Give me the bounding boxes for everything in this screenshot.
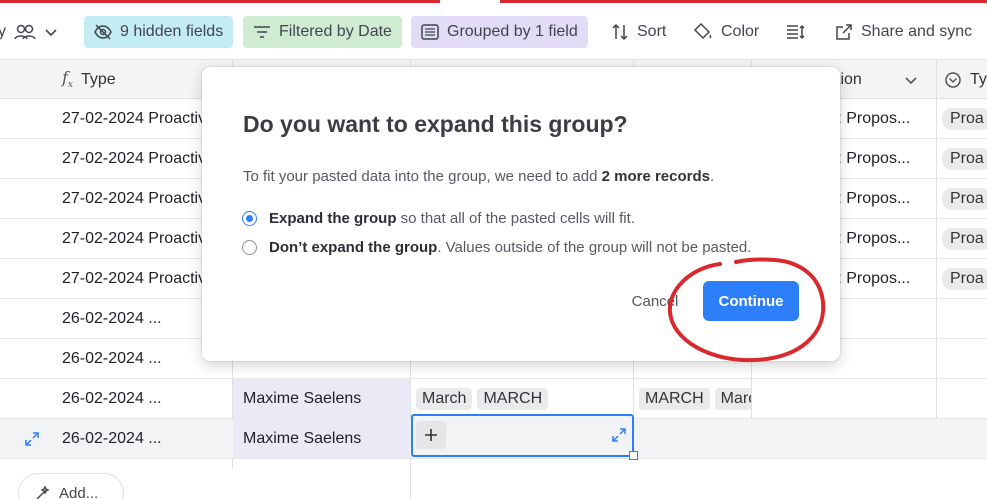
month-tags-cell[interactable]: MARCH Marc: [639, 379, 751, 418]
expand-group-option[interactable]: Expand the group so that all of the past…: [242, 210, 635, 227]
month-tag: March: [416, 387, 473, 410]
person-cell[interactable]: Maxime Saelens: [233, 419, 410, 458]
type-cell[interactable]: 26-02-2024 ...: [62, 419, 232, 458]
type-tag: Proa: [942, 107, 987, 130]
view-users-control[interactable]: y: [0, 16, 62, 48]
option-text: Expand the group so that all of the past…: [269, 210, 635, 227]
type-tag: Proa: [942, 227, 987, 250]
type-tag: Proa: [942, 187, 987, 210]
plus-icon: [425, 429, 437, 441]
fill-handle[interactable]: [629, 451, 638, 460]
type-cell[interactable]: 26-02-2024 ...: [62, 379, 232, 418]
type-tag: Proa: [942, 267, 987, 290]
column-header-type-2[interactable]: Typ: [944, 60, 987, 99]
desc-prefix: To fit your pasted data into the group, …: [243, 168, 602, 185]
type-tag-cell[interactable]: Proa: [942, 219, 987, 258]
option-rest: . Values outside of the group will not b…: [437, 239, 752, 256]
expand-record-icon[interactable]: [24, 431, 40, 447]
eye-off-icon: [94, 24, 112, 40]
desc-suffix: .: [709, 168, 715, 185]
type-tag-cell[interactable]: Proa: [942, 139, 987, 178]
group-icon: [421, 24, 439, 40]
option-bold: Don’t expand the group: [269, 239, 438, 256]
group-button[interactable]: Grouped by 1 field: [411, 16, 588, 48]
month-tag: MARCH: [477, 387, 549, 410]
dont-expand-option[interactable]: Don’t expand the group. Values outside o…: [242, 239, 751, 256]
filter-label: Filtered by Date: [279, 23, 392, 40]
formula-icon: fx: [62, 68, 73, 91]
column-header-partial[interactable]: tion: [836, 60, 918, 99]
expand-group-dialog: Do you want to expand this group? To fit…: [202, 67, 840, 361]
dialog-title: Do you want to expand this group?: [243, 111, 628, 137]
desc-bold: 2 more records: [601, 168, 710, 185]
option-bold: Expand the group: [269, 210, 397, 227]
partial-glyph: y: [0, 23, 6, 40]
type-tag-cell[interactable]: Proa: [942, 179, 987, 218]
type-tag-cell[interactable]: Proa: [942, 99, 987, 138]
option-rest: so that all of the pasted cells will fit…: [396, 210, 635, 227]
people-icon: [14, 24, 36, 40]
add-record-label: Add...: [59, 484, 99, 499]
sort-button[interactable]: Sort: [601, 16, 676, 48]
paint-bucket-icon: [693, 23, 712, 40]
continue-button[interactable]: Continue: [703, 281, 799, 321]
view-toolbar: y 9 hidden fields Filtered by Date Group…: [0, 3, 987, 59]
row-height-icon: [787, 24, 805, 40]
column-header-type[interactable]: fx Type: [62, 60, 116, 99]
table-row[interactable]: 26-02-2024 ... Maxime Saelens March MARC…: [0, 379, 987, 419]
row-height-button[interactable]: [776, 16, 816, 48]
cancel-button[interactable]: Cancel: [620, 281, 690, 321]
option-text: Don’t expand the group. Values outside o…: [269, 239, 751, 256]
share-sync-button[interactable]: Share and sync: [825, 16, 982, 48]
magic-wand-icon: [36, 485, 50, 499]
group-label: Grouped by 1 field: [447, 23, 578, 40]
chevron-down-icon: [45, 29, 57, 37]
sort-label: Sort: [637, 23, 667, 40]
add-item-button[interactable]: [416, 421, 446, 449]
column-header-type-2-label: Typ: [970, 70, 987, 88]
hidden-fields-button[interactable]: 9 hidden fields: [84, 16, 234, 48]
month-tag: MARCH: [639, 387, 710, 410]
filter-icon: [254, 26, 270, 38]
sort-icon: [612, 23, 628, 41]
single-select-icon: [945, 71, 961, 88]
expand-cell-icon[interactable]: [611, 427, 627, 443]
person-cell[interactable]: Maxime Saelens: [233, 379, 410, 418]
dialog-description: To fit your pasted data into the group, …: [243, 168, 714, 185]
radio-unselected[interactable]: [242, 240, 257, 255]
month-tags-cell[interactable]: March MARCH: [416, 379, 632, 418]
color-label: Color: [721, 23, 760, 40]
column-header-type-label: Type: [81, 70, 116, 88]
color-button[interactable]: Color: [683, 16, 769, 48]
type-tag: Proa: [942, 147, 987, 170]
month-tag: Marc: [714, 387, 751, 410]
external-link-icon: [836, 24, 852, 40]
hidden-fields-label: 9 hidden fields: [120, 23, 224, 40]
chevron-down-icon: [905, 76, 917, 84]
type-tag-cell[interactable]: Proa: [942, 259, 987, 298]
share-sync-label: Share and sync: [861, 23, 973, 40]
filter-button[interactable]: Filtered by Date: [243, 16, 402, 48]
add-record-button[interactable]: Add...: [18, 473, 124, 499]
radio-selected[interactable]: [242, 211, 257, 226]
